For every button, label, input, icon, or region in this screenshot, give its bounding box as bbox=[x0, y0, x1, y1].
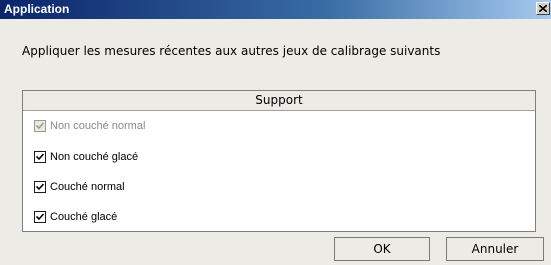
checkbox-non-couche-normal bbox=[34, 120, 46, 132]
close-icon bbox=[539, 5, 547, 12]
list-item-non-couche-normal: Non couché normal bbox=[34, 118, 145, 134]
window-title: Application bbox=[4, 2, 70, 16]
check-icon bbox=[36, 183, 44, 191]
checkbox-couche-normal[interactable] bbox=[34, 181, 46, 193]
checkbox-couche-glace[interactable] bbox=[34, 211, 46, 223]
list-item-couche-normal[interactable]: Couché normal bbox=[34, 179, 125, 195]
support-list: Support Non couché normal Non couché gla… bbox=[22, 90, 536, 232]
dialog-window: Application Appliquer les mesures récent… bbox=[0, 0, 551, 265]
item-label: Non couché glacé bbox=[50, 151, 139, 163]
item-label: Couché glacé bbox=[50, 211, 118, 223]
item-label: Non couché normal bbox=[50, 120, 146, 132]
checkbox-non-couche-glace[interactable] bbox=[34, 151, 46, 163]
check-icon bbox=[36, 153, 44, 161]
list-item-couche-glace[interactable]: Couché glacé bbox=[34, 209, 117, 225]
item-label: Couché normal bbox=[50, 181, 125, 193]
close-button[interactable] bbox=[536, 2, 550, 15]
title-bar[interactable]: Application bbox=[0, 0, 551, 19]
list-item-non-couche-glace[interactable]: Non couché glacé bbox=[34, 149, 138, 165]
check-icon bbox=[36, 213, 44, 221]
ok-button[interactable]: OK bbox=[334, 237, 430, 261]
support-column-header[interactable]: Support bbox=[23, 91, 535, 111]
cancel-button[interactable]: Annuler bbox=[446, 237, 544, 261]
check-icon bbox=[36, 122, 44, 130]
instruction-text: Appliquer les mesures récentes aux autre… bbox=[22, 44, 441, 58]
